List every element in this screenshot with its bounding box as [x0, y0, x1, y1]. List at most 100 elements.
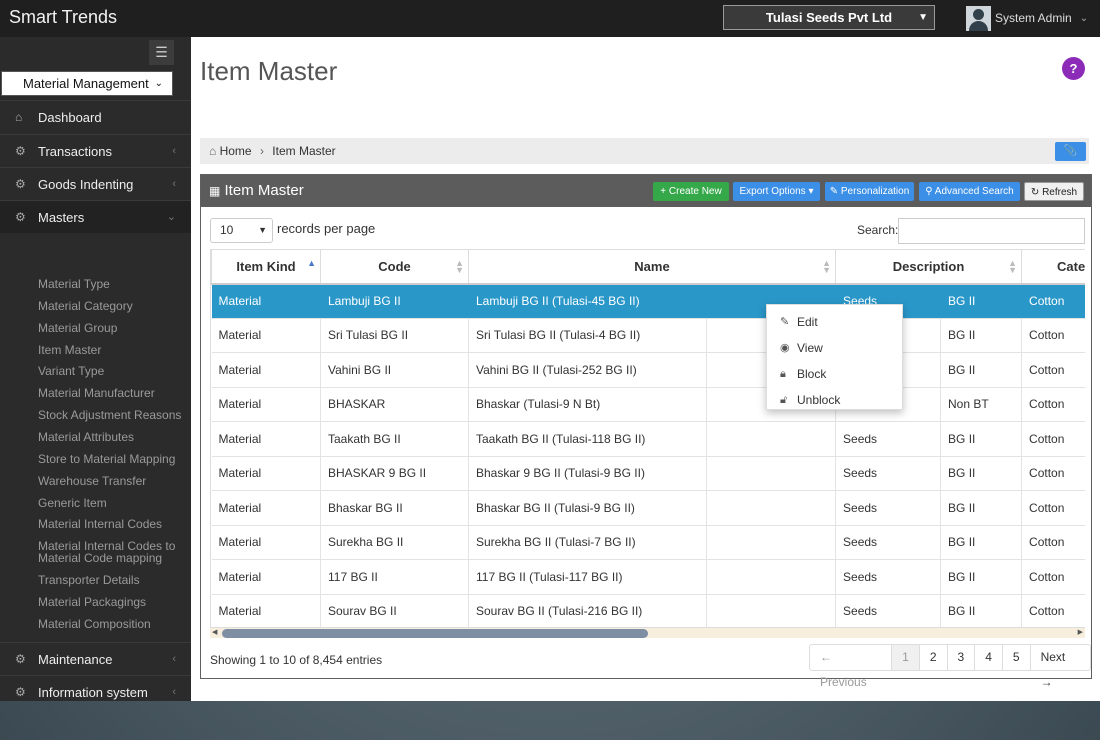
pager-page-2[interactable]: 2	[918, 645, 947, 670]
nav-transactions[interactable]: ⚙ Transactions ‹	[0, 134, 191, 167]
breadcrumb: ⌂ Home › Item Master 📎	[200, 138, 1089, 164]
search-label: Search:	[857, 223, 899, 237]
menu-item-block[interactable]: 🔒︎ Block	[767, 361, 902, 387]
column-header-label: Name	[634, 258, 670, 274]
pencil-icon: ✎	[829, 186, 841, 197]
records-per-page-select[interactable]: 10 ▼	[210, 218, 273, 243]
refresh-label: Refresh	[1042, 187, 1078, 198]
sub-item-item-master[interactable]: Item Master	[38, 344, 101, 357]
breadcrumb-home[interactable]: Home	[220, 144, 252, 158]
module-select[interactable]: Material Management ⌄	[1, 71, 173, 96]
avatar	[966, 5, 991, 31]
table-row[interactable]: Material BHASKAR 9 BG II Bhaskar 9 BG II (…	[211, 456, 1085, 491]
sub-item-material-packagings[interactable]: Material Packagings	[38, 596, 146, 609]
user-name: System Admin	[995, 11, 1072, 25]
scroll-right-icon[interactable]: ▶	[1078, 628, 1083, 636]
menu-item-view[interactable]: ◉ View	[767, 335, 902, 361]
menu-item-edit[interactable]: ✎ Edit	[767, 309, 902, 335]
column-header-label: Item Kind	[236, 258, 296, 274]
column-header-item-kind[interactable]: Item Kind ▲	[211, 249, 321, 285]
company-select[interactable]: Tulasi Seeds Pvt Ltd ▼	[723, 5, 935, 30]
column-header-description[interactable]: Description ▲ ▼	[835, 249, 1023, 285]
menu-item-unblock[interactable]: 🔓︎ Unblock	[767, 387, 902, 413]
pager-page-5[interactable]: 5	[1001, 645, 1030, 670]
pager-next[interactable]: Next →	[1029, 645, 1090, 689]
advanced-search-button[interactable]: ⚲ Advanced Search	[919, 182, 1020, 201]
table-row[interactable]: MaterialBHASKARBhaskar (Tulasi-9 N Bt)Se…	[211, 387, 1085, 422]
personalization-button[interactable]: ✎ Personalization	[825, 182, 914, 201]
scroll-left-icon[interactable]: ◀	[212, 628, 217, 636]
home-icon: ⌂	[15, 110, 23, 124]
table-row[interactable]: Material Bhaskar BG II Bhaskar BG II (Tula…	[211, 490, 1085, 526]
sub-item-material-group[interactable]: Material Group	[38, 322, 117, 335]
pager-page-1[interactable]: 1	[891, 645, 919, 670]
sub-item-stock-adjustment-reasons[interactable]: Stock Adjustment Reasons	[38, 409, 181, 422]
panel-title-text: Item Master	[224, 182, 304, 199]
table-cell-c4	[706, 456, 837, 491]
company-select-value: Tulasi Seeds Pvt Ltd	[765, 10, 893, 25]
sort-icon: ▲ ▼	[822, 258, 832, 275]
create-new-button[interactable]: + Create New	[653, 182, 729, 201]
pager-page-3[interactable]: 3	[946, 645, 975, 670]
sub-item-material-internal-codes[interactable]: Material Internal Codes	[38, 518, 162, 531]
chevron-left-icon: ‹	[172, 686, 176, 698]
sub-item-material-type[interactable]: Material Type	[38, 278, 110, 291]
paperclip-icon[interactable]: 📎	[1055, 142, 1086, 161]
table-cell-category: Cotton	[1021, 421, 1085, 457]
search-input[interactable]	[898, 218, 1085, 244]
nav-masters[interactable]: ⚙ Masters ⌄	[0, 200, 191, 233]
table-row[interactable]: Material Sri Tulasi BG II Sri Tulasi BG II…	[211, 318, 1085, 353]
menu-item-label: Unblock	[797, 393, 841, 407]
table-cell-category: Cotton	[1021, 456, 1085, 491]
sub-item-transporter-details[interactable]: Transporter Details	[38, 574, 140, 587]
table-cell-name: Lambuji BG II (Tulasi-45 BG II)	[468, 283, 707, 319]
column-header-category[interactable]: Category	[1021, 249, 1085, 285]
cogs-icon: ⚙	[15, 652, 26, 666]
table-cell-category: Cotton	[1021, 318, 1085, 353]
panel-header: ▦ Item Master + Create New Export Option…	[201, 175, 1091, 207]
table-cell-c4	[706, 559, 837, 595]
table-cell-kind: Material	[211, 421, 321, 457]
column-header-code[interactable]: Code ▲ ▼	[320, 249, 469, 285]
help-icon[interactable]: ?	[1062, 57, 1085, 80]
table-row[interactable]: Material Surekha BG II Surekha BG II (Tula…	[211, 525, 1085, 560]
sub-item-material-manufacturer[interactable]: Material Manufacturer	[38, 387, 155, 400]
sub-item-material-attributes[interactable]: Material Attributes	[38, 431, 134, 444]
nav-information-system[interactable]: ⚙ Information system ‹	[0, 675, 191, 701]
hamburger-menu-icon[interactable]: ☰	[149, 40, 174, 65]
table-row[interactable]: Material Taakath BG II Taakath BG II (Tula…	[211, 421, 1085, 457]
table-row[interactable]: Material Vahini BG II Vahini BG II (Tulasi…	[211, 352, 1085, 388]
table-row[interactable]: Material Lambuji BG II Lambuji BG II (Tula…	[211, 283, 1085, 319]
table-cell-c6: BG II	[940, 456, 1023, 491]
sub-item-warehouse-transfer[interactable]: Warehouse Transfer	[38, 475, 146, 488]
table-cell-category: Cotton	[1021, 387, 1085, 422]
user-menu[interactable]: System Admin ⌄	[966, 5, 1088, 31]
search-icon: ⚲	[925, 186, 935, 197]
chevron-down-icon: ⌄	[154, 78, 163, 89]
horizontal-scrollbar[interactable]: ◀ ▶	[210, 627, 1085, 638]
sub-item-store-to-material-mapping[interactable]: Store to Material Mapping	[38, 453, 175, 466]
scrollbar-thumb[interactable]	[222, 629, 648, 638]
export-options-button[interactable]: Export Options ▾	[733, 182, 820, 201]
sub-item-variant-type[interactable]: Variant Type	[38, 365, 104, 378]
nav-goods-indenting[interactable]: ⚙ Goods Indenting ‹	[0, 167, 191, 200]
pager-page-4[interactable]: 4	[974, 645, 1002, 670]
sub-item-material-code-mapping[interactable]: Material Code mapping	[38, 552, 162, 565]
column-header-name[interactable]: Name ▲ ▼	[467, 249, 837, 285]
table-cell-kind: Material	[211, 456, 321, 491]
table-cell-kind: Material	[211, 318, 321, 353]
nav-maintenance[interactable]: ⚙ Maintenance ‹	[0, 642, 191, 675]
sort-icon: ▲ ▼	[1008, 258, 1018, 275]
pager-previous[interactable]: ← Previous	[810, 645, 891, 689]
nav-dashboard[interactable]: ⌂ Dashboard	[0, 100, 191, 133]
table-cell-name: Sourav BG II (Tulasi-216 BG II)	[468, 594, 707, 627]
sub-item-material-category[interactable]: Material Category	[38, 300, 133, 313]
table-row[interactable]: Material Sourav BG II Sourav BG II (Tulasi…	[211, 594, 1085, 627]
table-cell-name: Bhaskar 9 BG II (Tulasi-9 BG II)	[468, 456, 707, 491]
table-cell-kind: Material	[211, 559, 321, 595]
table-row[interactable]: Material 117 BG II 117 BG II (Tulasi-117 B…	[211, 559, 1085, 595]
sub-item-material-composition[interactable]: Material Composition	[38, 618, 151, 631]
refresh-button[interactable]: ↻ Refresh	[1024, 182, 1084, 201]
item-master-table: Item Kind ▲ Code ▲ ▼ Name ▲ ▼ Descriptio…	[210, 249, 1085, 627]
sub-item-generic-item[interactable]: Generic Item	[38, 497, 107, 510]
